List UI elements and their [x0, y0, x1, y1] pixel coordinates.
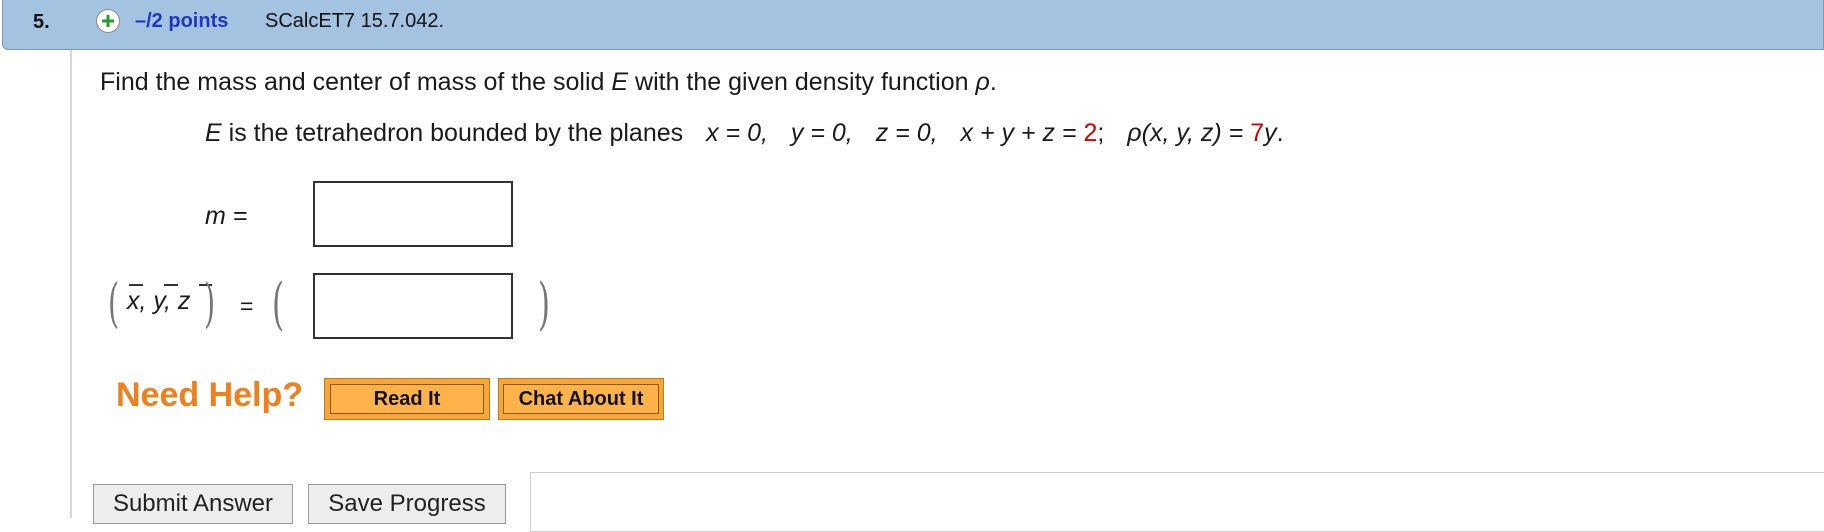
center-of-mass-label: x, y, z: [127, 287, 191, 315]
density-coefficient-highlight: 7: [1250, 119, 1265, 147]
plus-circle-icon[interactable]: [96, 9, 120, 33]
points-label: –/2 points: [135, 10, 229, 32]
answer-left-paren: (: [272, 272, 285, 337]
right-paren: ): [204, 274, 216, 334]
plane-value-highlight: 2: [1083, 119, 1098, 147]
response-area: [530, 472, 1824, 532]
question-header: 5. –/2 points SCalcET7 15.7.042.: [2, 0, 1824, 50]
read-it-button[interactable]: Read It: [324, 378, 490, 420]
save-progress-button[interactable]: Save Progress: [308, 484, 506, 524]
center-of-mass-input[interactable]: [313, 273, 513, 339]
mass-input[interactable]: [313, 181, 513, 247]
chat-about-it-button[interactable]: Chat About It: [498, 378, 664, 420]
question-prompt: Find the mass and center of mass of the …: [100, 68, 997, 96]
assignment-id: SCalcET7 15.7.042.: [265, 10, 444, 32]
x-bar: [129, 284, 143, 286]
equals-sign: =: [240, 293, 254, 319]
question-number: 5.: [33, 11, 50, 33]
answer-right-paren: ): [538, 272, 551, 337]
left-paren: (: [108, 274, 120, 334]
mass-label: m =: [205, 202, 248, 230]
given-statement: E is the tetrahedron bounded by the plan…: [205, 119, 1284, 147]
question-border: [70, 50, 72, 518]
submit-answer-button[interactable]: Submit Answer: [93, 484, 293, 524]
need-help-label: Need Help?: [116, 376, 304, 414]
y-bar: [164, 284, 178, 286]
